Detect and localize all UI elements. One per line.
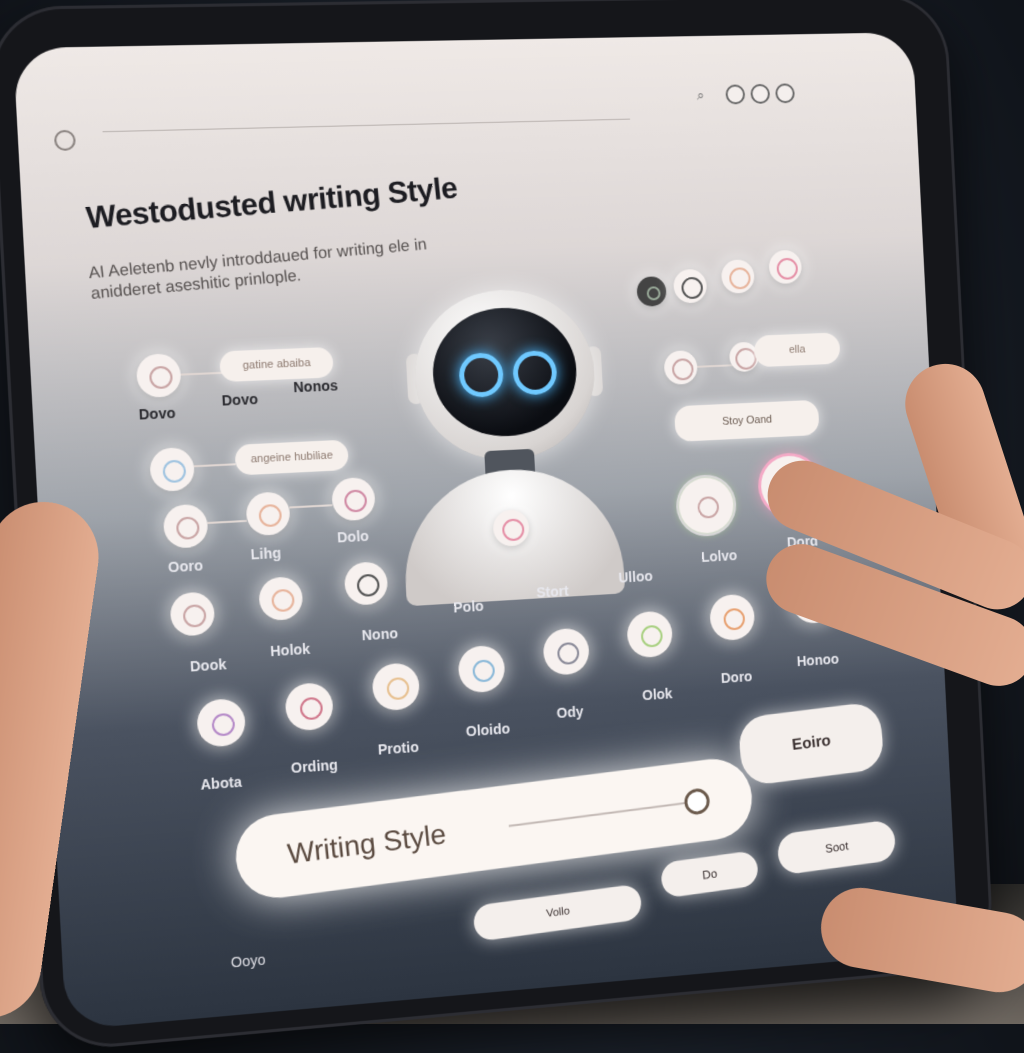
robot-eye [458, 352, 505, 399]
header-divider [102, 118, 631, 133]
style-node[interactable] [245, 491, 291, 537]
node-label: Nono [361, 625, 399, 644]
style-node[interactable] [331, 476, 376, 522]
node-label: Dolo [336, 527, 370, 546]
style-node[interactable] [284, 681, 334, 732]
menu-icon[interactable] [775, 83, 796, 104]
node-label: Honoo [796, 650, 840, 670]
node-label: Olok [641, 685, 673, 704]
node-label: Nonos [292, 377, 339, 396]
node-label: Lihg [250, 544, 282, 563]
node-label: Abota [200, 773, 243, 793]
window-controls [725, 83, 796, 105]
style-node[interactable] [258, 576, 304, 622]
node-label: Doro [720, 668, 753, 687]
node-connector [697, 364, 736, 368]
node-label: Oloido [465, 720, 511, 740]
style-node[interactable] [371, 662, 421, 712]
style-node[interactable] [677, 476, 735, 535]
toggle-icon[interactable] [750, 83, 771, 104]
node-label: Ulloo [618, 567, 654, 586]
node-connector [180, 371, 223, 376]
robot-head [410, 286, 599, 465]
node-label: Lolvo [700, 547, 738, 565]
style-node[interactable] [135, 353, 182, 398]
page-title: Westodusted writing Style [84, 171, 459, 236]
style-pill[interactable]: Stoy Oand [674, 399, 820, 442]
style-node[interactable] [626, 610, 674, 659]
search-icon[interactable]: ⌕ [696, 87, 704, 104]
robot-face [429, 305, 580, 440]
style-node[interactable] [343, 561, 389, 606]
node-label: Polo [452, 597, 485, 616]
style-node[interactable] [708, 593, 756, 642]
node-label: Ody [556, 703, 584, 722]
style-node[interactable] [636, 276, 667, 307]
node-label: Dovo [221, 390, 259, 409]
style-pill[interactable]: angeine hubiliae [234, 439, 349, 476]
node-label: Protio [377, 738, 420, 758]
node-connector [207, 519, 247, 525]
footer-text: Ooyo [230, 951, 266, 971]
node-connector [289, 504, 333, 509]
style-node[interactable] [169, 591, 216, 637]
primary-button[interactable]: Eoiro [736, 700, 886, 787]
node-label: Ording [290, 756, 339, 777]
node-label: Dook [189, 655, 227, 675]
robot-chest-icon [492, 509, 530, 547]
slider-label: Writing Style [285, 818, 448, 870]
style-pill[interactable]: ella [753, 332, 841, 368]
slider-knob[interactable] [683, 787, 711, 816]
style-node[interactable] [672, 268, 708, 304]
style-option-button[interactable]: Soot [776, 819, 897, 876]
style-node[interactable] [457, 644, 506, 694]
app-logo-icon [53, 129, 77, 151]
node-label: Ooro [167, 557, 204, 576]
style-node[interactable] [720, 259, 756, 294]
style-node[interactable] [768, 249, 803, 285]
style-pill[interactable]: gatine abaiba [219, 346, 334, 383]
minimize-icon[interactable] [725, 84, 746, 105]
assistant-robot-illustration [380, 286, 635, 607]
style-option-button[interactable]: Vollo [472, 883, 643, 942]
robot-body [400, 464, 626, 607]
node-connector [193, 463, 236, 468]
node-label: Stort [536, 582, 570, 601]
style-node[interactable] [196, 697, 247, 748]
slider-track[interactable] [508, 800, 695, 828]
node-label: Dovo [138, 404, 176, 423]
style-node[interactable] [663, 350, 699, 385]
robot-eye [511, 349, 558, 396]
style-option-button[interactable]: Do [659, 850, 760, 899]
style-node[interactable] [542, 627, 591, 676]
node-label: Holok [269, 640, 311, 660]
style-node[interactable] [162, 503, 209, 549]
style-node[interactable] [149, 446, 196, 493]
